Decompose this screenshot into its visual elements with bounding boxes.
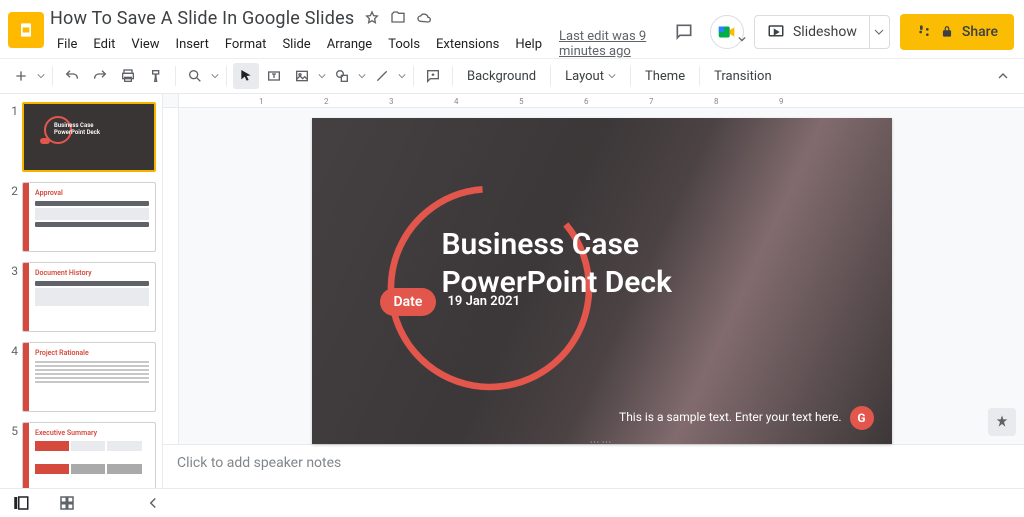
slideshow-label: Slideshow [793, 24, 857, 40]
image-dropdown[interactable] [317, 72, 327, 80]
horizontal-ruler[interactable]: 1 2 3 4 5 6 7 8 9 [179, 94, 1024, 107]
menu-extensions[interactable]: Extensions [429, 34, 506, 55]
vertical-ruler[interactable] [163, 108, 179, 444]
line-dropdown[interactable] [397, 72, 407, 80]
zoom-button[interactable] [182, 63, 208, 89]
hide-menus-button[interactable] [990, 63, 1016, 89]
cloud-status-icon[interactable] [416, 10, 432, 26]
line-tool[interactable] [369, 63, 395, 89]
menu-format[interactable]: Format [218, 34, 274, 55]
shape-tool[interactable] [329, 63, 355, 89]
slide-number: 1 [6, 102, 18, 172]
explore-button[interactable] [988, 408, 1016, 436]
share-label: Share [962, 24, 998, 40]
textbox-tool[interactable] [261, 63, 287, 89]
move-icon[interactable] [390, 10, 406, 26]
undo-button[interactable] [59, 63, 85, 89]
date-value[interactable]: 19 Jan 2021 [448, 294, 521, 309]
comment-tool[interactable] [420, 63, 446, 89]
slide-thumbnail-2[interactable]: Approval [22, 182, 156, 252]
slide-number: 3 [6, 262, 18, 332]
slide-title[interactable]: Business CasePowerPoint Deck [442, 226, 672, 302]
layout-button[interactable]: Layout [557, 63, 624, 89]
menu-edit[interactable]: Edit [86, 34, 122, 55]
menu-view[interactable]: View [124, 34, 166, 55]
slide-number: 2 [6, 182, 18, 252]
menu-tools[interactable]: Tools [381, 34, 427, 55]
menu-arrange[interactable]: Arrange [320, 34, 379, 55]
slide-thumbnail-1[interactable]: Business CasePowerPoint Deck [22, 102, 156, 172]
slide-thumbnail-5[interactable]: Executive Summary [22, 422, 156, 488]
shape-dropdown[interactable] [357, 72, 367, 80]
notes-resize-handle[interactable]: ⋯⋯ [590, 437, 614, 448]
collapse-filmstrip-icon[interactable] [140, 492, 166, 514]
bottom-bar [0, 488, 1024, 517]
filmstrip-view-icon[interactable] [8, 492, 34, 514]
meet-icon[interactable] [710, 15, 744, 49]
logo-dot: G [850, 406, 874, 430]
slide-thumbnail-4[interactable]: Project Rationale [22, 342, 156, 412]
new-slide-button[interactable] [8, 63, 34, 89]
zoom-dropdown[interactable] [210, 72, 220, 80]
select-tool[interactable] [233, 63, 259, 89]
slide-canvas[interactable]: Business CasePowerPoint Deck Date 19 Jan… [179, 108, 1024, 444]
slide-number: 5 [6, 422, 18, 488]
print-button[interactable] [115, 63, 141, 89]
grid-view-icon[interactable] [54, 492, 80, 514]
slide-thumbnail-3[interactable]: Document History [22, 262, 156, 332]
toolbar: Background Layout Theme Transition [0, 58, 1024, 94]
last-edit-link[interactable]: Last edit was 9 minutes ago [559, 29, 668, 59]
transition-button[interactable]: Transition [706, 63, 780, 89]
date-label[interactable]: Date [380, 288, 437, 316]
redo-button[interactable] [87, 63, 113, 89]
slideshow-dropdown[interactable] [869, 16, 889, 48]
slides-app-icon[interactable] [8, 12, 44, 48]
new-slide-dropdown[interactable] [36, 72, 46, 80]
menu-slide[interactable]: Slide [275, 34, 317, 55]
star-icon[interactable] [364, 10, 380, 26]
paint-format-button[interactable] [143, 63, 169, 89]
share-button[interactable]: Share [900, 14, 1014, 50]
background-button[interactable]: Background [459, 63, 544, 89]
menu-insert[interactable]: Insert [169, 34, 216, 55]
menu-help[interactable]: Help [508, 34, 549, 55]
menu-bar: File Edit View Insert Format Slide Arran… [50, 32, 668, 56]
document-title[interactable]: How To Save A Slide In Google Slides [50, 8, 354, 29]
filmstrip: 1 Business CasePowerPoint Deck 2 Approva… [0, 94, 163, 488]
image-tool[interactable] [289, 63, 315, 89]
menu-file[interactable]: File [50, 34, 84, 55]
theme-button[interactable]: Theme [637, 63, 693, 89]
slide-number: 4 [6, 342, 18, 412]
comments-icon[interactable] [668, 16, 700, 48]
sample-text[interactable]: This is a sample text. Enter your text h… [619, 410, 841, 424]
speaker-notes[interactable]: Click to add speaker notes [163, 444, 1024, 488]
slide[interactable]: Business CasePowerPoint Deck Date 19 Jan… [312, 118, 892, 444]
slideshow-button[interactable]: Slideshow [754, 15, 890, 49]
